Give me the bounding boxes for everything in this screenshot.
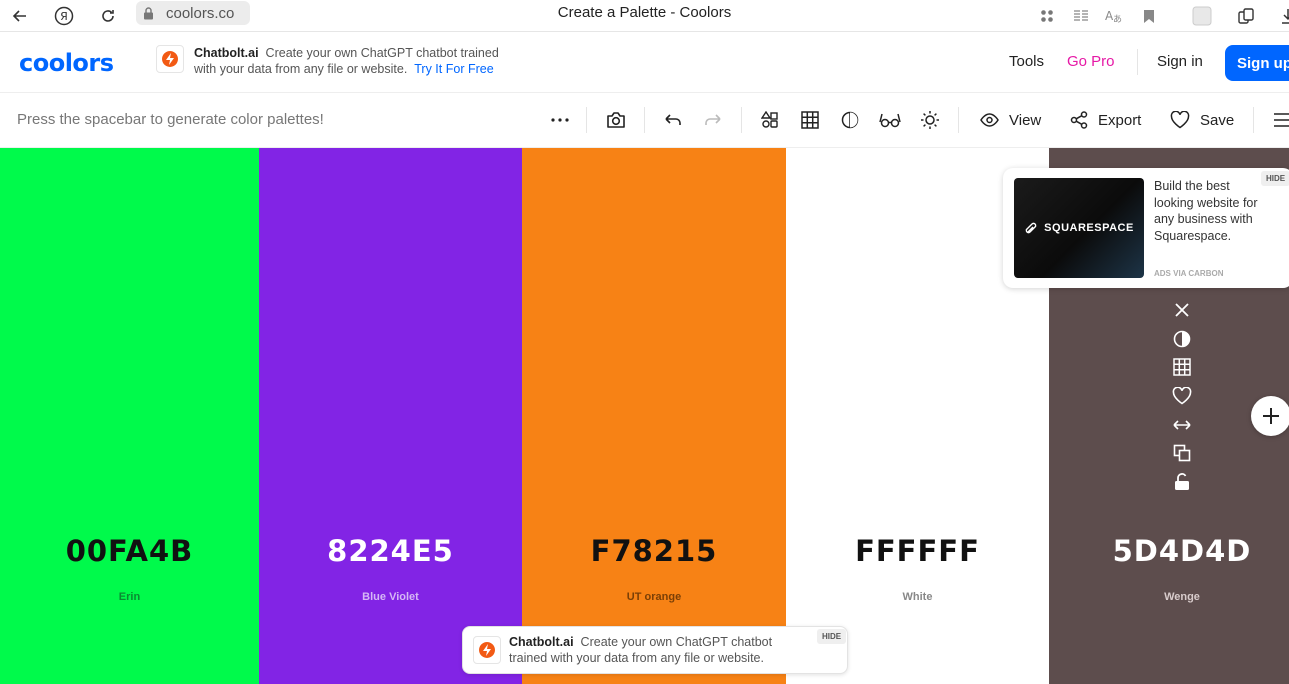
toolbar-divider <box>958 107 959 133</box>
color-swatch[interactable]: 8224E5 Blue Violet <box>259 148 522 684</box>
tools-link[interactable]: Tools <box>1009 53 1044 70</box>
favorite-heart-icon[interactable] <box>1170 384 1194 408</box>
reader-mode-icon[interactable] <box>1069 4 1093 28</box>
go-pro-link[interactable]: Go Pro <box>1067 53 1115 70</box>
carbon-ad[interactable]: SQUARESPACE Build the best looking websi… <box>1003 168 1289 288</box>
back-arrow-icon[interactable] <box>8 4 32 28</box>
glasses-icon[interactable] <box>878 108 902 132</box>
copy-icon[interactable] <box>1170 441 1194 465</box>
tab-title: Create a Palette - Coolors <box>557 4 732 21</box>
color-swatch[interactable]: 00FA4B Erin <box>0 148 259 684</box>
bottom-promo[interactable]: Chatbolt.ai Create your own ChatGPT chat… <box>462 626 848 674</box>
plus-icon <box>1263 408 1279 424</box>
hex-code[interactable]: F78215 <box>522 534 786 568</box>
save-label: Save <box>1200 111 1235 129</box>
lock-icon <box>142 6 154 20</box>
header-divider <box>1137 49 1138 75</box>
redo-icon[interactable] <box>701 108 725 132</box>
palette-grid-icon[interactable] <box>1170 355 1194 379</box>
remove-color-icon[interactable] <box>1170 298 1194 322</box>
promo-line1: Create your own ChatGPT chatbot trained <box>265 46 499 60</box>
undo-icon[interactable] <box>661 108 685 132</box>
share-icon <box>1070 111 1088 129</box>
address-bar[interactable]: coolors.co <box>136 1 250 25</box>
contrast-icon[interactable] <box>838 108 862 132</box>
sign-up-button[interactable]: Sign up <box>1225 45 1289 81</box>
toolbar-divider <box>644 107 645 133</box>
collections-icon[interactable] <box>1234 4 1258 28</box>
export-button[interactable]: Export <box>1070 107 1141 133</box>
toolbar-divider <box>741 107 742 133</box>
tabs-grid-icon[interactable] <box>1035 4 1059 28</box>
heart-icon <box>1170 111 1190 129</box>
promo-link[interactable]: Try It For Free <box>414 62 493 76</box>
add-color-button[interactable] <box>1251 396 1289 436</box>
spacebar-hint: Press the spacebar to generate color pal… <box>17 111 324 128</box>
url-text: coolors.co <box>166 4 235 22</box>
app-header: coolors Chatbolt.ai Create your own Chat… <box>0 33 1289 93</box>
hide-ad-button[interactable]: HIDE <box>1261 171 1289 186</box>
color-name: Blue Violet <box>362 591 419 603</box>
browser-bar: Я coolors.co Create a Palette - Coolors … <box>0 0 1289 32</box>
grid-icon[interactable] <box>798 108 822 132</box>
chatbolt-logo-icon <box>473 636 501 664</box>
download-icon[interactable] <box>1276 4 1289 28</box>
promo-line2: with your data from any file or website. <box>194 62 408 76</box>
shapes-icon[interactable] <box>758 108 782 132</box>
yandex-icon[interactable]: Я <box>52 4 76 28</box>
color-name: Wenge <box>1164 591 1200 603</box>
promo-brand: Chatbolt.ai <box>194 46 259 60</box>
drag-arrows-icon[interactable] <box>1170 413 1194 437</box>
toolbar-divider <box>586 107 587 133</box>
hex-code[interactable]: FFFFFF <box>786 534 1049 568</box>
squarespace-logo-icon <box>1025 222 1037 234</box>
camera-icon[interactable] <box>604 108 628 132</box>
extension-icon[interactable] <box>1190 4 1214 28</box>
hamburger-menu-icon[interactable] <box>1270 108 1289 132</box>
color-name: Erin <box>118 591 141 603</box>
view-label: View <box>1009 111 1042 129</box>
header-promo[interactable]: Chatbolt.ai Create your own ChatGPT chat… <box>156 45 499 77</box>
ad-via[interactable]: ADS VIA CARBON <box>1154 269 1223 278</box>
ad-brand: SQUARESPACE <box>1044 222 1134 234</box>
bookmark-icon[interactable] <box>1137 4 1161 28</box>
svg-text:あ: あ <box>1113 14 1122 24</box>
hex-code[interactable]: 8224E5 <box>259 534 522 568</box>
ad-copy[interactable]: Build the best looking website for any b… <box>1154 178 1262 244</box>
view-button[interactable]: View <box>980 107 1041 133</box>
reload-icon[interactable] <box>96 4 120 28</box>
eye-icon <box>980 113 999 127</box>
toolbar-divider <box>1253 107 1254 133</box>
toolbar: Press the spacebar to generate color pal… <box>0 93 1289 148</box>
svg-text:Я: Я <box>60 10 68 23</box>
color-swatch[interactable]: F78215 UT orange <box>522 148 786 684</box>
brightness-icon[interactable] <box>918 108 942 132</box>
sign-in-link[interactable]: Sign in <box>1157 53 1203 70</box>
squarespace-ad-image[interactable]: SQUARESPACE <box>1014 178 1144 278</box>
shades-icon[interactable] <box>1170 327 1194 351</box>
hex-code[interactable]: 5D4D4D <box>1049 534 1289 568</box>
unlock-icon[interactable] <box>1170 470 1194 494</box>
save-button[interactable]: Save <box>1170 107 1234 133</box>
color-name: White <box>902 591 933 603</box>
export-label: Export <box>1098 111 1142 129</box>
hex-code[interactable]: 00FA4B <box>0 534 259 568</box>
more-options-icon[interactable] <box>548 108 572 132</box>
bottom-promo-brand: Chatbolt.ai <box>509 635 574 649</box>
translate-icon[interactable]: Aあ <box>1101 4 1125 28</box>
chatbolt-logo-icon <box>156 45 184 73</box>
hide-promo-button[interactable]: HIDE <box>817 629 847 644</box>
color-name: UT orange <box>626 591 682 603</box>
coolors-logo[interactable]: coolors <box>19 49 114 77</box>
